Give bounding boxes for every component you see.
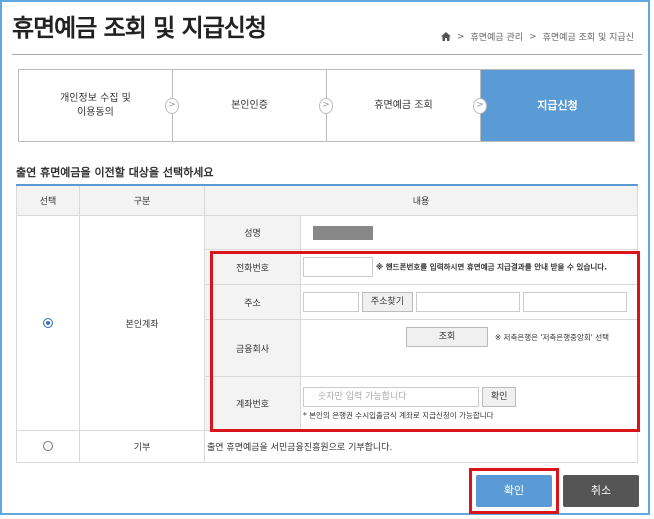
bank-lookup-button[interactable]: 조회 [406, 327, 488, 347]
chevron-right-icon: > [473, 98, 487, 114]
select-cell [16, 215, 80, 431]
account-label: 계좌번호 [204, 376, 301, 431]
category-donation: 기부 [79, 430, 205, 463]
breadcrumb: > 휴면예금 관리 > 휴면예금 조회 및 지급신 [440, 30, 634, 43]
address-cell: 주소찾기 [300, 284, 638, 320]
zipcode-input[interactable] [303, 292, 359, 312]
column-header: 선택 [16, 184, 80, 216]
account-confirm-button[interactable]: 확인 [481, 386, 517, 407]
step-label: 휴면예금 조회 [374, 99, 433, 111]
account-cell: 숫자만 입력 가능합니다 확인 * 본인의 은행권 수시입출금식 계좌로 지급신… [300, 376, 638, 431]
chevron-right-icon: > [456, 31, 465, 42]
phone-input[interactable] [303, 257, 373, 277]
select-cell [16, 430, 80, 463]
name-label: 성명 [204, 215, 301, 250]
radio-donation[interactable] [43, 441, 53, 452]
phone-note: ※ 핸드폰번호를 입력하시면 휴면예금 지급결과를 안내 받을 수 있습니다. [375, 262, 608, 272]
bank-note: ※ 저축은행은 '저축은행중앙회' 선택 [494, 332, 610, 342]
step-lookup: 휴면예금 조회 > [327, 70, 487, 141]
address-detail-input[interactable] [522, 292, 627, 312]
account-number-input[interactable]: 숫자만 입력 가능합니다 [303, 386, 479, 407]
chevron-right-icon: > [319, 98, 333, 114]
step-apply: 지급신청 [481, 70, 634, 141]
step-auth: 본인인증 > [173, 70, 333, 141]
chevron-right-icon: > [165, 98, 179, 114]
step-consent: 개인정보 수집 및 이용동의 > [19, 70, 179, 141]
category-own-account: 본인계좌 [79, 215, 205, 431]
title-divider [12, 54, 642, 55]
address-label: 주소 [204, 284, 301, 320]
phone-label: 전화번호 [204, 249, 301, 285]
page-title: 휴면예금 조회 및 지급신청 [12, 14, 267, 42]
account-note: * 본인의 은행권 수시입출금식 계좌로 지급신청이 가능합니다 [303, 410, 494, 420]
address-search-button[interactable]: 주소찾기 [361, 292, 413, 312]
bank-cell: 조회 ※ 저축은행은 '저축은행중앙회' 선택 [300, 319, 638, 377]
home-icon[interactable] [440, 32, 451, 41]
masked-name [313, 225, 373, 240]
address-input[interactable] [415, 292, 520, 312]
section-title: 출연 휴면예금을 이전할 대상을 선택하세요 [16, 166, 214, 179]
phone-cell: ※ 핸드폰번호를 입력하시면 휴면예금 지급결과를 안내 받을 수 있습니다. [300, 249, 638, 285]
donation-content: 출연 휴면예금을 서민금융진흥원으로 기부합니다. [204, 430, 638, 463]
breadcrumb-item[interactable]: 휴면예금 조회 및 지급신 [543, 30, 634, 43]
confirm-button[interactable]: 확인 [476, 475, 552, 507]
step-indicator: 개인정보 수집 및 이용동의 > 본인인증 > 휴면예금 조회 > 지급신청 [18, 69, 635, 142]
bank-label: 금융회사 [204, 319, 301, 377]
column-header: 구분 [79, 184, 205, 216]
name-value-cell [300, 215, 638, 250]
step-label: 지급신청 [537, 98, 578, 112]
step-label: 개인정보 수집 및 이용동의 [60, 92, 131, 118]
cancel-button[interactable]: 취소 [563, 475, 639, 507]
column-header: 내용 [204, 184, 638, 216]
chevron-right-icon: > [529, 31, 537, 42]
radio-own-account[interactable] [43, 317, 53, 328]
breadcrumb-item[interactable]: 휴면예금 관리 [471, 30, 524, 43]
step-label: 본인인증 [231, 99, 268, 111]
payment-target-table: 선택 구분 내용 본인계좌 성명 전화번호 ※ 핸드폰번호를 입력하시면 휴면예… [16, 184, 638, 463]
